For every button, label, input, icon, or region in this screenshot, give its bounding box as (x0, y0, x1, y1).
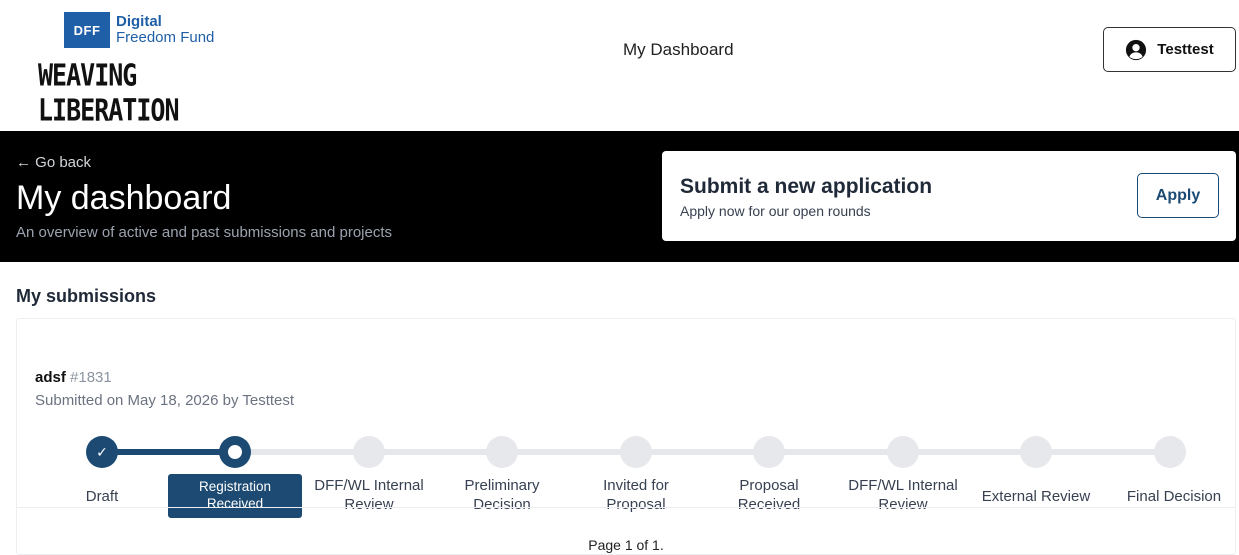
step-label: Draft (85, 488, 119, 505)
step-label: Preliminary Decision (464, 477, 540, 513)
page-title: My dashboard (16, 179, 232, 217)
submission-meta: Submitted on May 18, 2026 by Testtest (35, 392, 295, 409)
step-label-current: Registration Received (168, 474, 302, 518)
apply-card-title: Submit a new application (680, 175, 933, 198)
dashboard-banner: ← Go back My dashboard An overview of ac… (0, 131, 1239, 262)
step-node-external-review (1020, 436, 1052, 468)
card-divider (17, 507, 1235, 508)
step-node-final-decision (1154, 436, 1186, 468)
go-back-link[interactable]: ← Go back (16, 154, 91, 171)
site-logo[interactable]: DFF Digital Freedom Fund WEAVING LIBERAT… (34, 12, 254, 128)
step-node-preliminary-decision (486, 436, 518, 468)
header-title[interactable]: My Dashboard (623, 40, 734, 60)
step-label: DFF/WL Internal Review (848, 477, 958, 513)
progress-stepper: ✓ Draft Registration Received DFF/WL Int… (17, 429, 1237, 518)
step-label: Final Decision (1126, 488, 1222, 505)
step-node-internal-review-2 (887, 436, 919, 468)
page-subtitle: An overview of active and past submissio… (16, 224, 393, 241)
step-node-invited-for-proposal (620, 436, 652, 468)
submissions-heading: My submissions (16, 286, 157, 306)
step-label: Proposal Received (737, 477, 801, 513)
logo-tagline: WEAVING LIBERATION (38, 58, 180, 128)
step-node-proposal-received (753, 436, 785, 468)
apply-card: Submit a new application Apply now for o… (662, 151, 1236, 241)
apply-button[interactable]: Apply (1137, 173, 1219, 218)
apply-card-subtitle: Apply now for our open rounds (680, 203, 871, 219)
submission-title[interactable]: adsf #1831 (35, 369, 112, 386)
step-node-internal-review (353, 436, 385, 468)
step-node-draft: ✓ (86, 436, 118, 468)
user-menu-button[interactable]: Testtest (1103, 27, 1236, 72)
user-circle-icon (1126, 39, 1147, 60)
logo-name-line2: Freedom Fund (116, 29, 215, 46)
submission-card: adsf #1831 Submitted on May 18, 2026 by … (16, 318, 1236, 555)
step-label: DFF/WL Internal Review (314, 477, 424, 513)
step-node-registration-received (219, 436, 251, 468)
check-icon: ✓ (96, 443, 108, 460)
site-header: DFF Digital Freedom Fund WEAVING LIBERAT… (0, 0, 1239, 131)
logo-mark: DFF (64, 12, 110, 48)
step-label: Invited for Proposal (603, 477, 669, 513)
logo-name-line1: Digital (116, 13, 162, 30)
pagination-text: Page 1 of 1. (588, 537, 664, 553)
stepper-track-completed (102, 449, 235, 455)
submission-name: adsf (35, 369, 66, 386)
submission-id: #1831 (70, 369, 112, 386)
user-name: Testtest (1157, 41, 1214, 58)
step-label: External Review (981, 488, 1091, 505)
